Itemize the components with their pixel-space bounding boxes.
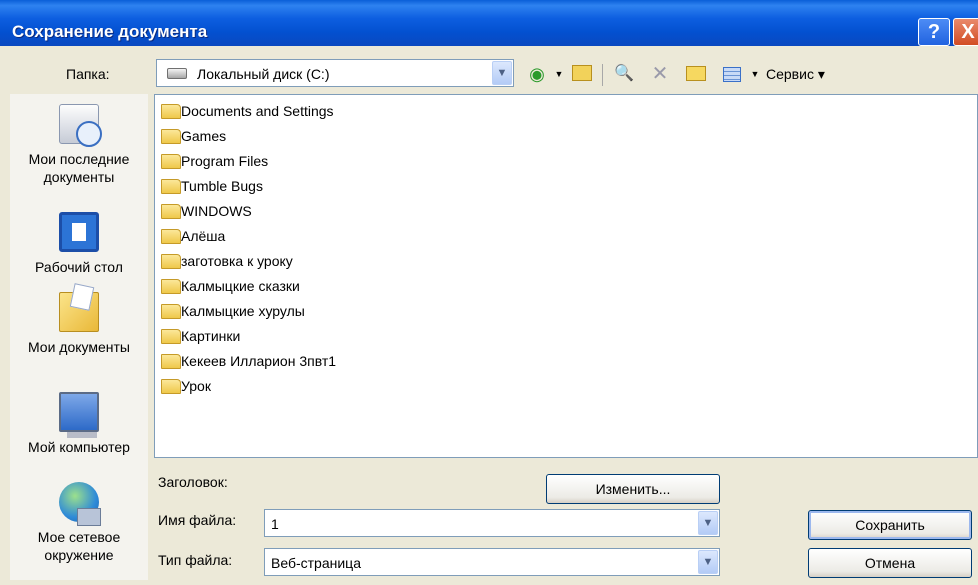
- list-item[interactable]: Games: [161, 124, 226, 148]
- folder-icon: [161, 354, 181, 369]
- place-label: Мои документы: [27, 339, 130, 355]
- place-desktop[interactable]: Рабочий стол: [10, 212, 148, 276]
- place-label: Рабочий стол: [35, 259, 123, 275]
- list-item[interactable]: Картинки: [161, 324, 240, 348]
- folder-icon: [161, 104, 181, 119]
- file-name: Кекеев Илларион 3пвт1: [181, 353, 337, 369]
- file-name: Алёша: [181, 228, 226, 244]
- place-label: Мои последние документы: [28, 151, 130, 185]
- filetype-label: Тип файла:: [158, 552, 233, 568]
- file-name: Games: [181, 128, 227, 144]
- change-button[interactable]: Изменить...: [546, 474, 720, 504]
- hard-drive-icon: [167, 68, 187, 79]
- toolbar-separator: [602, 64, 604, 86]
- title-label: Заголовок:: [158, 474, 228, 490]
- folder-icon: [161, 229, 181, 244]
- folder-icon: [161, 304, 181, 319]
- list-item[interactable]: Калмыцкие сказки: [161, 274, 300, 298]
- place-my-documents[interactable]: Мои документы: [10, 292, 148, 356]
- chevron-down-icon[interactable]: ▼: [698, 511, 718, 535]
- my-documents-icon: [59, 292, 99, 332]
- delete-icon[interactable]: ✕: [648, 62, 672, 86]
- file-name: Картинки: [181, 328, 241, 344]
- file-name: WINDOWS: [181, 203, 252, 219]
- folder-icon: [161, 204, 181, 219]
- list-item[interactable]: Алёша: [161, 224, 225, 248]
- recent-documents-icon: [59, 104, 102, 147]
- places-bar: Мои последние документы Рабочий стол Мои…: [10, 94, 148, 580]
- back-dropdown-icon[interactable]: ▼: [554, 62, 564, 86]
- file-name: Калмыцкие хурулы: [181, 303, 305, 319]
- list-item[interactable]: WINDOWS: [161, 199, 252, 223]
- file-name: заготовка к уроку: [181, 253, 293, 269]
- cancel-button[interactable]: Отмена: [808, 548, 972, 578]
- folder-select-value: Локальный диск (C:): [197, 66, 330, 82]
- title-bar: Сохранение документа ? X: [0, 0, 978, 46]
- desktop-icon: [59, 212, 99, 252]
- chevron-down-icon[interactable]: ▼: [698, 550, 718, 574]
- place-recent-documents[interactable]: Мои последние документы: [10, 104, 148, 186]
- list-item[interactable]: Калмыцкие хурулы: [161, 299, 305, 323]
- my-computer-icon: [59, 392, 99, 438]
- file-name: Урок: [181, 378, 211, 394]
- new-folder-icon[interactable]: [684, 62, 708, 86]
- place-my-computer[interactable]: Мой компьютер: [10, 392, 148, 456]
- folder-icon: [161, 154, 181, 169]
- tools-menu-label: Сервис: [766, 66, 814, 82]
- filename-input[interactable]: 1 ▼: [264, 509, 720, 537]
- views-icon[interactable]: [720, 62, 744, 86]
- folder-icon: [161, 329, 181, 344]
- help-button[interactable]: ?: [918, 18, 950, 46]
- chevron-down-icon[interactable]: ▼: [492, 61, 512, 85]
- list-item[interactable]: Program Files: [161, 149, 268, 173]
- up-folder-icon[interactable]: [570, 62, 594, 86]
- back-icon[interactable]: ◉: [526, 62, 548, 86]
- file-name: Tumble Bugs: [181, 178, 263, 194]
- filename-value: 1: [271, 516, 279, 532]
- folder-icon: [161, 379, 181, 394]
- folder-icon: [161, 179, 181, 194]
- file-name: Program Files: [181, 153, 269, 169]
- network-icon: [59, 482, 101, 526]
- list-item[interactable]: Tumble Bugs: [161, 174, 263, 198]
- save-button[interactable]: Сохранить: [808, 510, 972, 540]
- folder-label: Папка:: [66, 66, 110, 82]
- place-label: Мой компьютер: [28, 439, 130, 455]
- place-label: Мое сетевое окружение: [37, 529, 121, 563]
- place-network[interactable]: Мое сетевое окружение: [10, 482, 148, 564]
- folder-icon: [161, 279, 181, 294]
- filetype-value: Веб-страница: [271, 555, 361, 571]
- folder-icon: [161, 129, 181, 144]
- tools-menu[interactable]: Сервис ▾: [766, 62, 840, 86]
- filetype-select[interactable]: Веб-страница ▼: [264, 548, 720, 576]
- close-button[interactable]: X: [953, 18, 978, 46]
- file-name: Documents and Settings: [181, 103, 334, 119]
- folder-icon: [161, 254, 181, 269]
- window-title: Сохранение документа: [12, 22, 208, 41]
- views-dropdown-icon[interactable]: ▼: [750, 62, 760, 86]
- list-item[interactable]: Кекеев Илларион 3пвт1: [161, 349, 336, 373]
- list-item[interactable]: Documents and Settings: [161, 99, 334, 123]
- list-item[interactable]: Урок: [161, 374, 211, 398]
- filename-label: Имя файла:: [158, 512, 237, 528]
- search-web-icon[interactable]: 🔍: [612, 62, 636, 86]
- file-name: Калмыцкие сказки: [181, 278, 300, 294]
- folder-select[interactable]: Локальный диск (C:) ▼: [156, 59, 514, 87]
- list-item[interactable]: заготовка к уроку: [161, 249, 293, 273]
- file-list[interactable]: Documents and Settings Games Program Fil…: [154, 94, 978, 458]
